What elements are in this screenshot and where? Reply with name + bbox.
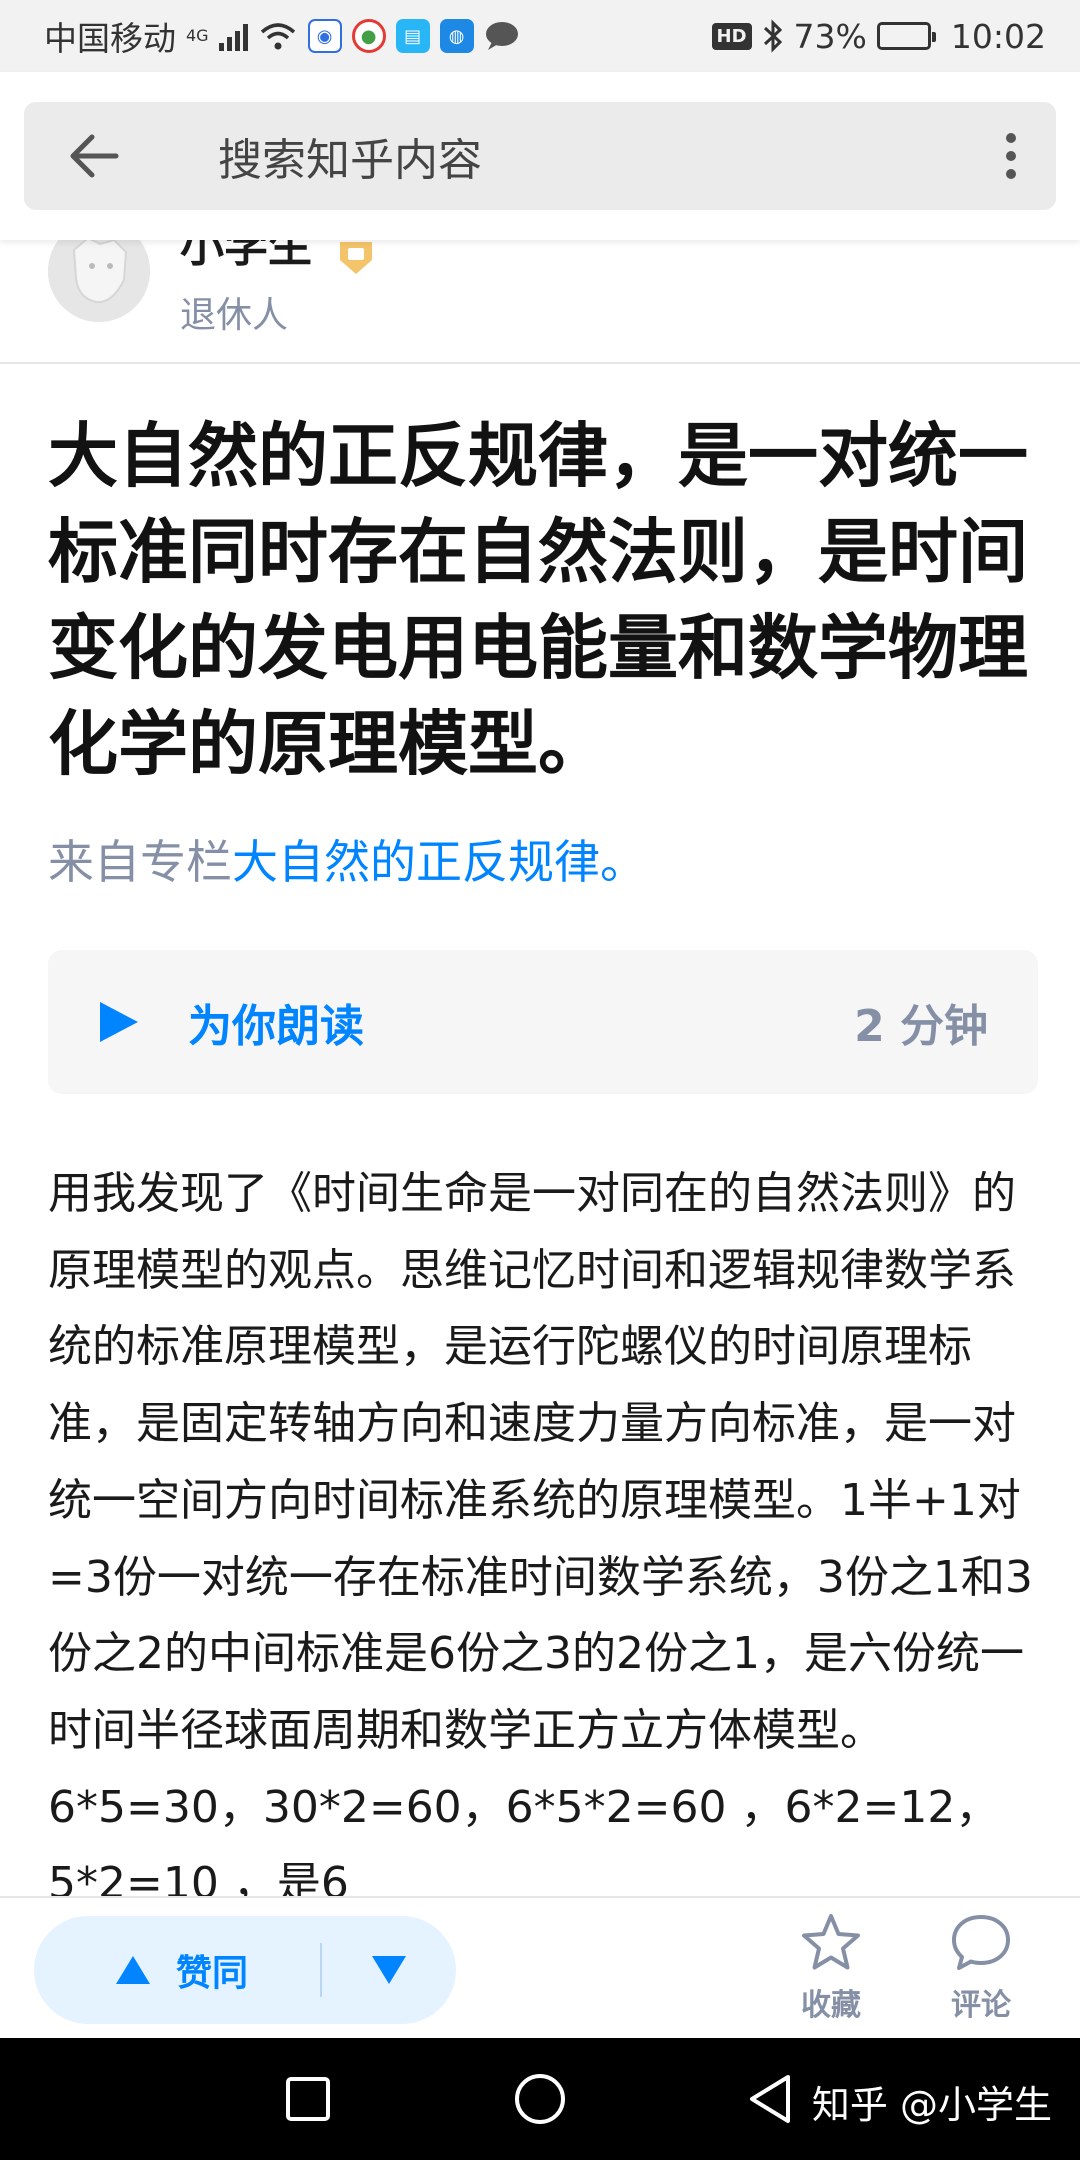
- carrier-label: 中国移动: [44, 19, 176, 58]
- recent-apps-button[interactable]: [248, 2038, 368, 2160]
- comment-label: 评论: [951, 1988, 1011, 2023]
- status-left: 中国移动 4G ◉ ● ▤ ◍: [44, 12, 520, 60]
- browser-icon: ●: [351, 19, 386, 53]
- clock: 10:02: [950, 16, 1046, 56]
- circle-icon: [515, 2074, 565, 2124]
- signal-icon: [218, 21, 248, 51]
- column-prefix: 来自专栏: [48, 835, 232, 889]
- battery-icon: [876, 22, 936, 50]
- search-bar[interactable]: 搜索知乎内容: [24, 102, 1056, 210]
- comment-button[interactable]: 评论: [916, 1912, 1046, 2024]
- status-bar: 中国移动 4G ◉ ● ▤ ◍ HD 73% 10:02: [0, 0, 1080, 72]
- wifi-icon: [260, 23, 295, 50]
- read-duration: 2 分钟: [854, 1001, 988, 1052]
- baidu-icon: ◉: [307, 19, 342, 53]
- more-dot-icon: [1006, 151, 1016, 161]
- search-input[interactable]: 搜索知乎内容: [164, 124, 966, 188]
- author-title: 退休人: [180, 295, 289, 336]
- verified-badge-icon: [340, 242, 372, 274]
- hd-badge: HD: [711, 22, 752, 50]
- triangle-up-icon: [116, 1956, 150, 1984]
- home-button[interactable]: [480, 2038, 600, 2160]
- downvote-button[interactable]: [322, 1916, 456, 2024]
- avatar[interactable]: [48, 240, 150, 322]
- square-icon: [286, 2077, 330, 2121]
- reader-icon: ▤: [395, 19, 430, 53]
- battery-percent: 73%: [793, 16, 867, 56]
- action-bar: 赞同 收藏 评论: [0, 1896, 1080, 2038]
- article-body: 用我发现了《时间生命是一对同在的自然法则》的原理模型的观点。思维记忆时间和逻辑规…: [48, 1168, 1033, 1896]
- more-dot-icon: [1006, 169, 1016, 179]
- watermark: 知乎 @小学生: [811, 2083, 1052, 2127]
- back-triangle-icon: [750, 2075, 790, 2123]
- back-arrow-icon: [70, 134, 119, 178]
- triangle-down-icon: [372, 1956, 406, 1984]
- column-link[interactable]: 大自然的正反规律。: [232, 835, 646, 889]
- system-nav-bar: 知乎 @小学生: [0, 2038, 1080, 2160]
- author-name[interactable]: 小学生: [180, 240, 312, 274]
- status-right: HD 73% 10:02: [711, 16, 1046, 56]
- column-source: 来自专栏大自然的正反规律。: [48, 830, 646, 894]
- upvote-button[interactable]: 赞同: [34, 1916, 320, 2024]
- upvote-label: 赞同: [176, 1953, 249, 1994]
- more-dot-icon: [1006, 133, 1016, 143]
- message-icon: [485, 22, 518, 50]
- back-button[interactable]: [24, 102, 164, 210]
- comment-icon: [952, 1915, 1010, 1970]
- author-row[interactable]: 小学生 退休人: [0, 240, 1080, 364]
- vote-group: 赞同: [34, 1916, 456, 2024]
- bluetooth-icon: [763, 19, 782, 53]
- star-icon: [802, 1914, 860, 1970]
- read-aloud-card[interactable]: 为你朗读 2 分钟: [48, 950, 1038, 1094]
- collect-label: 收藏: [801, 1988, 861, 2023]
- more-button[interactable]: [966, 102, 1056, 210]
- default-avatar-icon: [48, 240, 150, 322]
- play-icon: [100, 1002, 138, 1042]
- read-aloud-label: 为你朗读: [188, 1001, 364, 1052]
- article-title: 大自然的正反规律，是一对统一标准同时存在自然法则，是时间变化的发电用电能量和数学…: [48, 415, 1028, 785]
- top-header: 搜索知乎内容: [0, 72, 1080, 240]
- qq-icon: ◍: [439, 19, 474, 53]
- collect-button[interactable]: 收藏: [766, 1912, 896, 2024]
- network-type: 4G: [186, 26, 209, 45]
